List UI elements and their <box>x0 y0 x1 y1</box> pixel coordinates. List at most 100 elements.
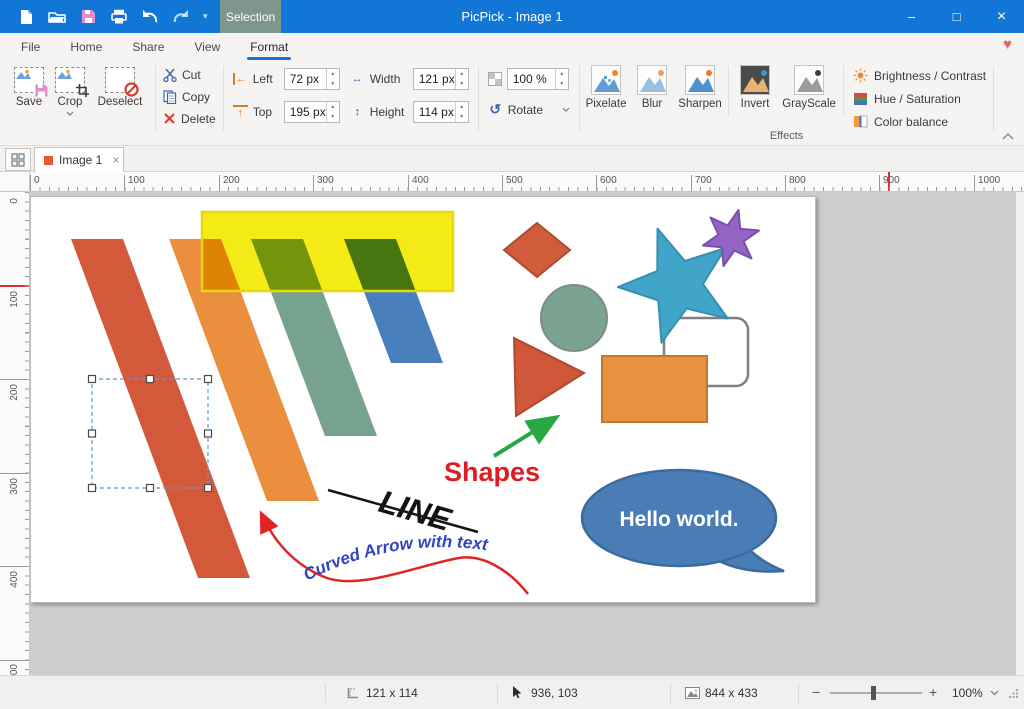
height-spin-down[interactable]: ▼ <box>456 112 468 122</box>
ribbon: Save Crop Deselect Cut <box>0 60 1024 146</box>
selection-handle[interactable] <box>147 376 154 383</box>
top-input[interactable]: 195 px ▲▼ <box>284 101 340 123</box>
scale-row: 100 % ▲▼ <box>488 68 570 90</box>
save-floppy-icon <box>81 9 96 24</box>
zoom-slider-handle[interactable] <box>871 686 876 700</box>
delete-icon <box>163 112 176 125</box>
scale-spin-up[interactable]: ▲ <box>556 69 568 79</box>
save-label: Save <box>16 96 42 108</box>
crop-button[interactable]: Crop <box>48 62 92 143</box>
zoom-dropdown-chevron[interactable] <box>990 690 999 696</box>
resize-grip[interactable] <box>1008 688 1019 699</box>
tab-view[interactable]: View <box>179 33 235 60</box>
pixelate-icon <box>591 65 621 95</box>
cut-icon <box>163 68 177 82</box>
zoom-in-button[interactable]: + <box>929 684 937 700</box>
left-input[interactable]: 72 px ▲▼ <box>284 68 340 90</box>
sharpen-label: Sharpen <box>678 98 721 110</box>
redo-dropdown-caret[interactable]: ▾ <box>203 11 208 22</box>
open-file-button[interactable] <box>48 8 66 26</box>
selection-handle[interactable] <box>205 485 212 492</box>
print-button[interactable] <box>110 8 128 26</box>
undo-button[interactable] <box>141 8 159 26</box>
zoom-level-value[interactable]: 100% <box>952 686 983 700</box>
close-button[interactable]: × <box>979 0 1024 33</box>
v-ruler-label: 500 <box>9 664 20 675</box>
canvas[interactable]: Shapes LINE Curved Arrow with text Hello… <box>30 196 816 603</box>
height-label: Height <box>370 105 408 119</box>
selection-size-icon <box>346 687 359 700</box>
zoom-out-button[interactable]: − <box>812 684 820 700</box>
ruler-corner <box>0 172 30 192</box>
hue-label: Hue / Saturation <box>874 92 961 106</box>
color-balance-button[interactable]: Color balance <box>853 113 986 130</box>
rotate-dropdown-chevron[interactable] <box>562 107 570 112</box>
maximize-button[interactable]: □ <box>934 0 979 33</box>
selection-handle[interactable] <box>89 430 96 437</box>
red-curved-arrow <box>263 517 528 594</box>
capture-mode-indicator[interactable]: Selection <box>220 0 281 33</box>
highlight-rectangle <box>202 212 453 291</box>
left-spin-down[interactable]: ▼ <box>327 79 339 89</box>
scale-input[interactable]: 100 % ▲▼ <box>507 68 569 90</box>
top-spin-up[interactable]: ▲ <box>327 102 339 112</box>
tab-image-1[interactable]: Image 1 × <box>34 147 124 172</box>
grayscale-label: GrayScale <box>782 98 836 110</box>
left-value: 72 px <box>285 69 326 89</box>
height-input[interactable]: 114 px ▲▼ <box>413 101 469 123</box>
group-position-size: ← Left 72 px ▲▼ ↔ Width 121 px ▲▼ ↑ Top <box>227 60 475 145</box>
collapse-ribbon-chevron[interactable] <box>1002 133 1014 140</box>
work-area: Shapes LINE Curved Arrow with text Hello… <box>30 192 1024 675</box>
selection-handle[interactable] <box>147 485 154 492</box>
picpick-window: ▾ Selection PicPick - Image 1 – □ × File… <box>0 0 1024 709</box>
crop-dropdown-chevron[interactable] <box>66 111 74 116</box>
cut-button[interactable]: Cut <box>163 66 216 83</box>
minimize-button[interactable]: – <box>889 0 934 33</box>
diamond-shape <box>504 223 570 277</box>
heart-icon[interactable]: ♥ <box>1003 36 1012 53</box>
tab-file[interactable]: File <box>6 33 55 60</box>
width-spin-down[interactable]: ▼ <box>456 79 468 89</box>
left-spin-up[interactable]: ▲ <box>327 69 339 79</box>
tab-home[interactable]: Home <box>55 33 117 60</box>
delete-button[interactable]: Delete <box>163 110 216 127</box>
height-spin-up[interactable]: ▲ <box>456 102 468 112</box>
zoom-slider[interactable] <box>830 692 922 694</box>
horizontal-ruler: 0 100 200 300 400 500 600 700 800 900 10… <box>30 172 1024 192</box>
tab-share[interactable]: Share <box>117 33 179 60</box>
invert-button[interactable]: Invert <box>732 60 778 130</box>
vertical-scrollbar[interactable] <box>1016 192 1024 675</box>
hue-saturation-button[interactable]: Hue / Saturation <box>853 90 986 107</box>
copy-button[interactable]: Copy <box>163 88 216 105</box>
blur-button[interactable]: Blur <box>629 60 675 130</box>
image-tab-close-icon[interactable]: × <box>112 153 119 167</box>
deselect-button[interactable]: Deselect <box>92 62 148 143</box>
new-file-button[interactable] <box>17 8 35 26</box>
v-ruler-label: 0 <box>9 198 20 204</box>
document-tab-bar: Image 1 × <box>0 146 1024 172</box>
window-layout-button[interactable] <box>5 148 31 171</box>
pixelate-label: Pixelate <box>586 98 627 110</box>
rotate-button[interactable]: ↺ Rotate <box>488 101 570 118</box>
width-spin-up[interactable]: ▲ <box>456 69 468 79</box>
image-tab-color-square <box>44 156 53 165</box>
selection-handle[interactable] <box>89 376 96 383</box>
width-input[interactable]: 121 px ▲▼ <box>413 68 469 90</box>
h-ruler-label: 0 <box>30 175 40 191</box>
scale-spin-down[interactable]: ▼ <box>556 79 568 89</box>
save-selection-button[interactable]: Save <box>10 62 48 143</box>
selection-handle[interactable] <box>89 485 96 492</box>
sharpen-button[interactable]: Sharpen <box>675 60 725 130</box>
selection-handle[interactable] <box>205 376 212 383</box>
redo-button[interactable] <box>172 8 190 26</box>
v-ruler-label: 400 <box>9 571 20 588</box>
selection-handle[interactable] <box>205 430 212 437</box>
pixelate-button[interactable]: Pixelate <box>583 60 629 130</box>
tab-format[interactable]: Format <box>235 33 303 60</box>
grayscale-button[interactable]: GrayScale <box>778 60 840 130</box>
save-file-button[interactable] <box>79 8 97 26</box>
color-balance-label: Color balance <box>874 115 948 129</box>
brightness-contrast-button[interactable]: Brightness / Contrast <box>853 67 986 84</box>
open-folder-icon <box>48 10 66 24</box>
top-spin-down[interactable]: ▼ <box>327 112 339 122</box>
